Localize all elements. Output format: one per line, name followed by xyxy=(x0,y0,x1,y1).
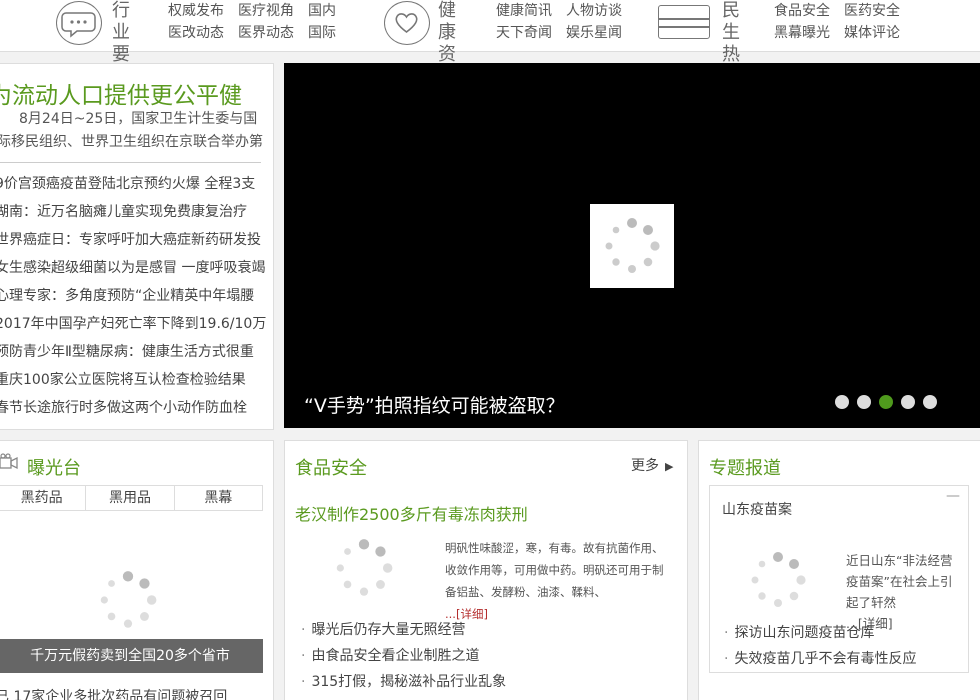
slide-caption[interactable]: “V手势”拍照指纹可能被盗取？ xyxy=(304,391,565,418)
nav-link[interactable]: 人物访谈 xyxy=(566,0,622,22)
nav-link[interactable]: 媒体评论 xyxy=(844,22,900,44)
loading-spinner-icon xyxy=(751,552,806,607)
list-item[interactable]: 预防青少年Ⅱ型糖尿病：健康生活方式很重 xyxy=(0,338,266,366)
more-label: 更多 xyxy=(631,458,659,474)
loading-spinner-icon xyxy=(100,571,157,628)
list-item[interactable]: 315打假，揭秘滋补品行业乱象 xyxy=(301,669,506,695)
nav-link[interactable]: 黑幕曝光 xyxy=(774,22,830,44)
slide-dot-active[interactable] xyxy=(879,395,893,409)
list-item[interactable]: 探访山东问题疫苗仓库 xyxy=(724,620,916,646)
special-report-panel: 专题报道 — 山东疫苗案 近日山东“非法经营 疫苗案”在社会上引 起了轩然...… xyxy=(698,440,980,700)
summary-line-text: 备铝盐、发酵粉、油漆、鞣料、 xyxy=(445,585,606,599)
exposure-panel: 曝光台 黑药品 黑用品 黑幕 千万元假药卖到全国20多个省市 已 17家企业多批… xyxy=(0,440,274,700)
nav-link[interactable]: 天下奇闻 xyxy=(496,22,552,44)
nav-link[interactable]: 医界动态 xyxy=(238,22,294,44)
summary-line-text: 起了轩然 xyxy=(846,595,897,610)
nav-link[interactable]: 国际 xyxy=(308,22,336,44)
list-item[interactable]: 曝光后仍存大量无照经营 xyxy=(301,617,506,643)
summary-line: 疫苗案”在社会上引 xyxy=(846,574,953,589)
heart-icon xyxy=(384,1,430,45)
food-summary: 明矾性味酸涩，寒，有毒。故有抗菌作用、 收敛作用等，可用做中药。明矾还可用于制 … xyxy=(445,537,677,625)
tab-black-curtain[interactable]: 黑幕 xyxy=(175,486,262,510)
nav-link[interactable]: 医药安全 xyxy=(844,0,900,22)
exposure-title: 曝光台 xyxy=(27,458,81,479)
list-item[interactable]: 失效疫苗几乎不会有毒性反应 xyxy=(724,646,916,672)
nav-links-health: 健康简讯 人物访谈 天下奇闻 娱乐星闻 xyxy=(496,0,622,44)
slide-indicators xyxy=(835,395,937,409)
lead-news-panel: 为流动人口提供更公平健 8月24日~25日，国家卫生计生委与国 际移民组织、世界… xyxy=(0,63,274,430)
list-item[interactable]: 湖南：近万名脑瘫儿童实现免费康复治疗 xyxy=(0,198,266,226)
special-news-list: 探访山东问题疫苗仓库 失效疫苗几乎不会有毒性反应 xyxy=(724,620,916,672)
nav-link[interactable]: 食品安全 xyxy=(774,0,830,22)
list-item[interactable]: 已 17家企业多批次药品有问题被召回 xyxy=(0,686,227,700)
nav-links-livelihood: 食品安全 医药安全 黑幕曝光 媒体评论 xyxy=(774,0,900,44)
tab-black-goods[interactable]: 黑用品 xyxy=(86,486,175,510)
top-nav: 行业 要闻 权威发布 医疗视角 国内 医改动态 医界动态 国际 健康 资讯 健康… xyxy=(0,0,980,87)
loading-spinner-icon xyxy=(336,539,393,596)
loading-spinner-icon xyxy=(605,218,660,273)
special-topic-title[interactable]: 山东疫苗案 xyxy=(722,499,792,519)
nav-link[interactable]: 健康简讯 xyxy=(496,0,552,22)
arrow-right-icon: ▶ xyxy=(665,460,674,473)
lead-news-list: 9价宫颈癌疫苗登陆北京预约火爆 全程3支 湖南：近万名脑瘫儿童实现免费康复治疗 … xyxy=(0,170,266,422)
food-safety-title: 食品安全 xyxy=(295,458,367,479)
food-safety-panel: 食品安全 更多 ▶ 老汉制作2500多斤有毒冻肉获刑 明矾性味酸涩，寒，有毒。故有… xyxy=(284,440,688,700)
divider xyxy=(0,162,261,163)
loading-spinner-box xyxy=(590,204,674,288)
nav-title-line1: 民生 xyxy=(722,0,740,43)
list-item[interactable]: 心理专家：多角度预防“企业精英中年塌腰 xyxy=(0,282,266,310)
summary-line: 近日山东“非法经营 xyxy=(846,553,953,568)
list-box-icon xyxy=(658,5,710,39)
more-link[interactable]: 更多 ▶ xyxy=(631,455,673,475)
nav-link[interactable]: 医疗视角 xyxy=(238,0,294,22)
summary-line: 8月24日~25日，国家卫生计生委与国 xyxy=(19,111,258,127)
camera-icon xyxy=(0,453,18,470)
exposure-tabs: 黑药品 黑用品 黑幕 xyxy=(0,485,263,511)
list-item[interactable]: 2017年中国孕产妇死亡率下降到19.6/10万 xyxy=(0,310,266,338)
list-item[interactable]: 重庆100家公立医院将互认检查检验结果 xyxy=(0,366,266,394)
list-item[interactable]: 女生感染超级细菌以为是感冒 一度呼吸衰竭 xyxy=(0,254,266,282)
nav-title-line1: 行业 xyxy=(112,0,130,43)
nav-links-industry: 权威发布 医疗视角 国内 医改动态 医界动态 国际 xyxy=(168,0,336,44)
summary-line: 收敛作用等，可用做中药。明矾还可用于制 xyxy=(445,563,664,577)
food-news-list: 曝光后仍存大量无照经营 由食品安全看企业制胜之道 315打假，揭秘滋补品行业乱象 xyxy=(301,617,506,695)
list-item[interactable]: 9价宫颈癌疫苗登陆北京预约火爆 全程3支 xyxy=(0,170,266,198)
tab-black-drugs[interactable]: 黑药品 xyxy=(0,486,87,510)
list-item[interactable]: 世界癌症日：专家呼吁加大癌症新药研发投 xyxy=(0,226,266,254)
lead-news-title[interactable]: 为流动人口提供更公平健 xyxy=(0,76,242,110)
lead-news-summary: 8月24日~25日，国家卫生计生委与国 际移民组织、世界卫生组织在京联合举办第 xyxy=(0,108,267,154)
slide-dot[interactable] xyxy=(835,395,849,409)
nav-link[interactable]: 权威发布 xyxy=(168,0,224,22)
collapse-button[interactable]: — xyxy=(946,488,960,504)
video-player[interactable]: “V手势”拍照指纹可能被盗取？ xyxy=(284,63,980,428)
nav-title-line1: 健康 xyxy=(438,0,456,43)
exposure-banner[interactable]: 千万元假药卖到全国20多个省市 xyxy=(0,639,263,673)
chat-bubble-icon xyxy=(56,1,102,45)
list-item[interactable]: 由食品安全看企业制胜之道 xyxy=(301,643,506,669)
special-topic-box: — 山东疫苗案 近日山东“非法经营 疫苗案”在社会上引 起了轩然 ...[详细] … xyxy=(709,485,969,673)
slide-dot[interactable] xyxy=(923,395,937,409)
slide-dot[interactable] xyxy=(857,395,871,409)
nav-link[interactable]: 娱乐星闻 xyxy=(566,22,622,44)
food-headline[interactable]: 老汉制作2500多斤有毒冻肉获刑 xyxy=(295,501,528,525)
summary-line: 明矾性味酸涩，寒，有毒。故有抗菌作用、 xyxy=(445,541,664,555)
summary-line: 际移民组织、世界卫生组织在京联合举办第 xyxy=(0,134,263,150)
slide-dot[interactable] xyxy=(901,395,915,409)
special-report-title: 专题报道 xyxy=(709,458,781,479)
nav-link[interactable]: 医改动态 xyxy=(168,22,224,44)
nav-link[interactable]: 国内 xyxy=(308,0,336,22)
list-item[interactable]: 春节长途旅行时多做这两个小动作防血栓 xyxy=(0,394,266,422)
